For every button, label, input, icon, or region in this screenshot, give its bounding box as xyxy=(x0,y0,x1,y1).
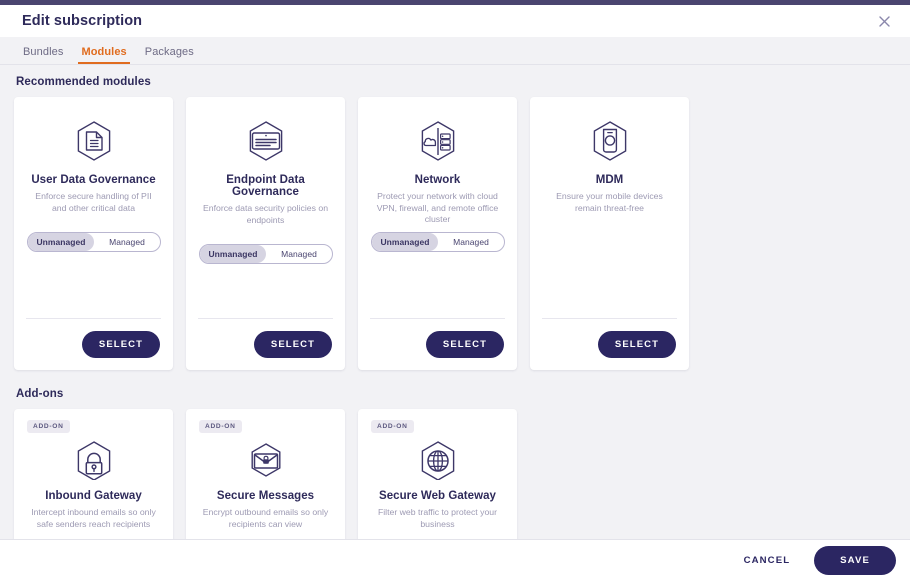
modules-card-list: User Data Governance Enforce secure hand… xyxy=(14,97,896,370)
cloud-server-hexagon-icon xyxy=(371,115,504,167)
tab-packages[interactable]: Packages xyxy=(136,46,203,64)
status-badge: ADD-ON xyxy=(27,420,70,433)
toggle-option-managed[interactable]: Managed xyxy=(94,233,160,251)
endpoint-screen-hexagon-icon xyxy=(199,115,332,167)
addon-card-secure-messages[interactable]: ADD-ON Secure Messages Encrypt outbound … xyxy=(186,409,345,559)
card-description: Filter web traffic to protect your busin… xyxy=(377,507,498,529)
close-button[interactable] xyxy=(872,9,896,33)
card-title: Network xyxy=(414,174,461,186)
page-title: Edit subscription xyxy=(22,13,143,29)
module-card-mdm[interactable]: MDM Ensure your mobile devices remain th… xyxy=(530,97,689,370)
mobile-device-hexagon-icon xyxy=(543,115,676,167)
card-description: Enforce data security policies on endpoi… xyxy=(202,203,329,225)
card-title: Secure Messages xyxy=(216,490,315,502)
modal-footer: CANCEL SAVE xyxy=(0,539,910,580)
tab-modules[interactable]: Modules xyxy=(72,46,135,64)
card-title: User Data Governance xyxy=(31,174,156,186)
card-description: Enforce secure handling of PII and other… xyxy=(35,191,152,213)
module-card-network[interactable]: Network Protect your network with cloud … xyxy=(358,97,517,370)
card-spacer xyxy=(199,264,332,318)
addons-card-list: ADD-ON Inbound Gateway Intercept inbound… xyxy=(14,409,896,559)
card-actions: SELECT xyxy=(27,319,160,358)
card-spacer xyxy=(371,252,504,318)
toggle-option-unmanaged[interactable]: Unmanaged xyxy=(372,232,438,251)
modal-body: Recommended modules User Data Governance… xyxy=(0,65,910,580)
toggle-option-managed[interactable]: Managed xyxy=(438,233,504,251)
close-icon xyxy=(878,15,891,28)
document-hexagon-icon xyxy=(27,115,160,167)
card-title: Inbound Gateway xyxy=(45,490,142,502)
management-toggle[interactable]: Unmanaged Managed xyxy=(371,231,505,252)
modal-header: Edit subscription xyxy=(0,5,910,37)
select-button[interactable]: SELECT xyxy=(81,331,160,358)
card-title: Secure Web Gateway xyxy=(378,490,497,502)
recommended-modules-heading: Recommended modules xyxy=(16,76,151,88)
module-card-endpoint-data-governance[interactable]: Endpoint Data Governance Enforce data se… xyxy=(186,97,345,370)
addon-card-secure-web-gateway[interactable]: ADD-ON Secure Web Gateway Filter web tra… xyxy=(358,409,517,559)
select-button[interactable]: SELECT xyxy=(253,331,332,358)
module-card-user-data-governance[interactable]: User Data Governance Enforce secure hand… xyxy=(14,97,173,370)
tab-bar: Bundles Modules Packages xyxy=(0,37,910,65)
addon-card-inbound-gateway[interactable]: ADD-ON Inbound Gateway Intercept inbound… xyxy=(14,409,173,559)
card-description: Encrypt outbound emails so only recipien… xyxy=(202,507,329,529)
toggle-option-unmanaged[interactable]: Unmanaged xyxy=(200,245,266,264)
card-spacer xyxy=(543,214,676,318)
edit-subscription-modal: Edit subscription Bundles Modules Packag… xyxy=(0,5,910,580)
globe-hexagon-icon xyxy=(371,437,504,483)
card-actions: SELECT xyxy=(199,319,332,358)
toggle-option-managed[interactable]: Managed xyxy=(266,245,332,263)
card-spacer xyxy=(27,252,160,318)
card-description: Ensure your mobile devices remain threat… xyxy=(556,191,663,213)
card-description: Protect your network with cloud VPN, fir… xyxy=(376,191,499,225)
status-badge: ADD-ON xyxy=(199,420,242,433)
card-title: MDM xyxy=(595,174,624,186)
tab-bundles[interactable]: Bundles xyxy=(14,46,72,64)
select-button[interactable]: SELECT xyxy=(425,331,504,358)
card-actions: SELECT xyxy=(543,319,676,358)
cancel-button[interactable]: CANCEL xyxy=(736,549,799,572)
save-button[interactable]: SAVE xyxy=(814,545,896,575)
card-title: Endpoint Data Governance xyxy=(226,174,305,198)
status-badge: ADD-ON xyxy=(371,420,414,433)
card-description: Intercept inbound emails so only safe se… xyxy=(31,507,156,529)
management-toggle[interactable]: Unmanaged Managed xyxy=(27,232,161,253)
toggle-option-unmanaged[interactable]: Unmanaged xyxy=(28,233,94,252)
select-button[interactable]: SELECT xyxy=(597,331,676,358)
card-actions: SELECT xyxy=(371,319,504,358)
addons-heading: Add-ons xyxy=(16,388,64,400)
lock-hexagon-icon xyxy=(27,437,160,483)
management-toggle[interactable]: Unmanaged Managed xyxy=(199,244,333,265)
envelope-lock-hexagon-icon xyxy=(199,437,332,483)
